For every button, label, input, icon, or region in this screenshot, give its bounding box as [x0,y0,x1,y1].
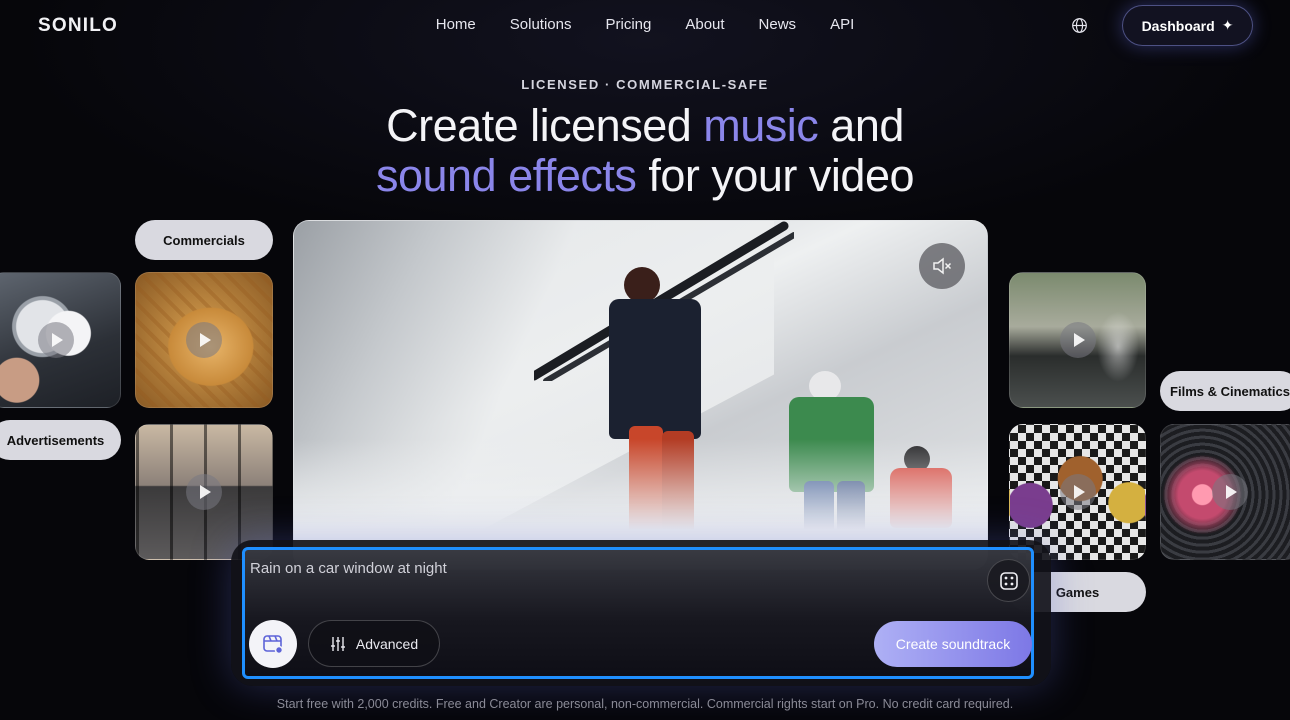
category-pill-films[interactable]: Films & Cinematics [1160,371,1290,411]
advanced-settings-button[interactable]: Advanced [308,620,440,667]
upload-video-button[interactable] [249,620,297,668]
nav-pricing[interactable]: Pricing [605,16,651,33]
random-prompt-button[interactable] [987,559,1030,602]
play-icon[interactable] [186,474,222,510]
nav-solutions[interactable]: Solutions [510,16,572,33]
pricing-footnote: Start free with 2,000 credits. Free and … [276,697,1014,711]
video-tile-engine[interactable] [1160,424,1290,560]
main-video-player[interactable] [293,220,988,570]
headline-line1-accent: music [703,100,819,151]
speaker-muted-icon [933,257,952,275]
headline-line2-post: for your video [636,150,914,201]
video-tile-glass[interactable] [1009,272,1146,408]
hero-eyebrow: LICENSED · COMMERCIAL-SAFE [521,77,769,92]
mute-toggle-button[interactable] [919,243,965,289]
sliders-icon [330,636,345,651]
headline-line1-post: and [818,100,904,151]
headline-line1-pre: Create licensed [386,100,704,151]
video-tile-waffle[interactable] [135,272,273,408]
play-icon[interactable] [186,322,222,358]
play-icon[interactable] [1212,474,1248,510]
hero-headline: Create licensed music and sound effects … [0,101,1290,201]
sparkle-icon: ✦ [1221,17,1234,33]
headline-line2-accent: sound effects [376,150,637,201]
category-pill-advertisements[interactable]: Advertisements [0,420,121,460]
video-upload-icon [263,635,284,655]
video-tile-headphones[interactable] [0,272,121,408]
category-pill-commercials[interactable]: Commercials [135,220,273,260]
nav-api[interactable]: API [830,16,854,33]
dashboard-label: Dashboard [1141,17,1215,34]
nav-about[interactable]: About [685,16,724,33]
create-soundtrack-button[interactable]: Create soundtrack [874,621,1032,667]
nav-home[interactable]: Home [436,16,476,33]
play-icon[interactable] [1059,322,1096,358]
advanced-label: Advanced [355,635,419,652]
play-icon[interactable] [37,322,74,358]
nav-news[interactable]: News [759,16,797,33]
dashboard-button[interactable]: Dashboard ✦ [1122,5,1253,46]
globe-icon[interactable] [1071,17,1088,34]
dice-icon [999,571,1018,590]
main-nav: Home Solutions Pricing About News API [0,16,1290,33]
play-icon[interactable] [1059,474,1096,510]
prompt-input[interactable] [250,557,950,579]
